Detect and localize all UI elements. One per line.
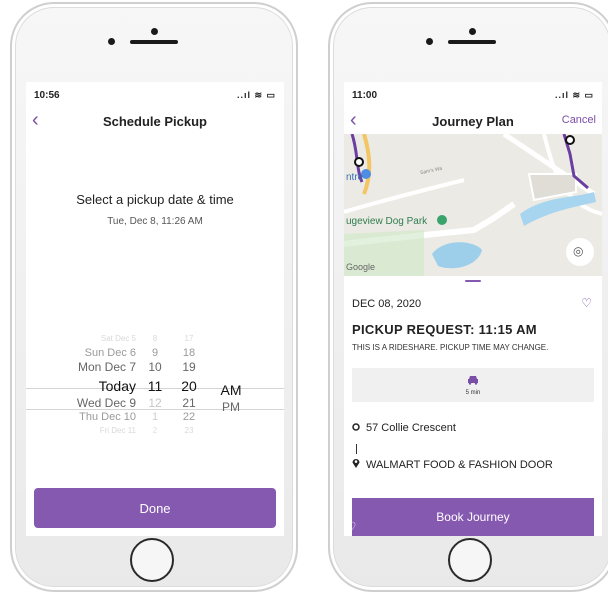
picker-hour-option[interactable]: 10	[144, 360, 166, 374]
done-button[interactable]: Done	[34, 488, 276, 528]
picker-hour-option[interactable]: 1	[144, 410, 166, 424]
speaker-grill	[448, 40, 496, 44]
back-chevron-icon[interactable]: ‹	[32, 110, 39, 130]
status-time: 11:00	[352, 89, 378, 101]
picker-minute-option[interactable]: 23	[178, 424, 200, 438]
journey-date: DEC 08, 2020	[352, 298, 422, 310]
picker-hour-option[interactable]: 9	[144, 346, 166, 360]
recenter-location-icon[interactable]: ◎	[573, 244, 583, 258]
phone-right: 11:00 ..ıl ≋ ▭ ‹ Journey Plan Cancel ntr…	[328, 2, 608, 592]
picker-date-option[interactable]: Wed Dec 9	[46, 396, 136, 410]
picker-date-option[interactable]: Sat Dec 5	[46, 332, 136, 346]
home-button[interactable]	[130, 538, 174, 582]
picker-ampm-option[interactable]: PM	[216, 400, 246, 414]
nav-bar: ‹ Schedule Pickup	[26, 108, 284, 134]
ride-segment: 5 min	[352, 368, 594, 402]
phone-left: 10:56 ..ıl ≋ ▭ ‹ Schedule Pickup Select …	[10, 2, 298, 592]
origin-address: 57 Collie Crescent	[366, 422, 456, 434]
heart-outline-icon[interactable]: ♡	[344, 519, 357, 536]
rideshare-note: THIS IS A RIDESHARE. PICKUP TIME MAY CHA…	[352, 343, 549, 352]
nav-bar: ‹ Journey Plan Cancel	[344, 108, 602, 134]
route-map[interactable]: ntre Sam's Wa ugeview Dog Park Google ◎	[344, 134, 602, 276]
picker-hour-option[interactable]: 12	[144, 396, 166, 410]
page-title: Journey Plan	[432, 113, 514, 129]
destination-address: WALMART FOOD & FASHION DOOR	[366, 458, 553, 471]
picker-minute-column[interactable]: 17 18 19 20 21 22 23	[178, 332, 200, 438]
front-camera	[108, 38, 115, 45]
map-graphic	[344, 134, 602, 276]
journey-plan-screen: 11:00 ..ıl ≋ ▭ ‹ Journey Plan Cancel ntr…	[344, 82, 602, 536]
front-camera	[426, 38, 433, 45]
picker-hour-option[interactable]: 2	[144, 424, 166, 438]
picker-date-option[interactable]: Thu Dec 10	[46, 410, 136, 424]
map-pin-icon	[352, 458, 366, 471]
picker-hour-selected[interactable]: 11	[144, 378, 166, 396]
status-time: 10:56	[34, 89, 60, 101]
picker-ampm-column[interactable]: AM PM	[216, 378, 246, 414]
picker-date-option[interactable]: Sun Dec 6	[46, 346, 136, 360]
speaker-grill	[130, 40, 178, 44]
origin-stop: 57 Collie Crescent	[352, 422, 456, 434]
origin-circle-icon	[352, 422, 366, 434]
picker-minute-option[interactable]: 17	[178, 332, 200, 346]
pickup-prompt: Select a pickup date & time	[76, 192, 234, 207]
status-bar: 11:00 ..ıl ≋ ▭	[344, 82, 602, 108]
page-title: Schedule Pickup	[102, 113, 208, 129]
picker-hour-column[interactable]: 8 9 10 11 12 1 2	[144, 332, 166, 438]
google-logo: Google	[346, 262, 376, 272]
picker-date-selected[interactable]: Today	[46, 378, 136, 396]
picker-minute-option[interactable]: 22	[178, 410, 200, 424]
status-indicators: ..ıl ≋ ▭	[236, 89, 276, 100]
pickup-request-time: PICKUP REQUEST: 11:15 AM	[352, 322, 537, 337]
picker-date-option[interactable]: Mon Dec 7	[46, 360, 136, 374]
camera-dot	[151, 28, 158, 35]
schedule-pickup-screen: 10:56 ..ıl ≋ ▭ ‹ Schedule Pickup Select …	[26, 82, 284, 536]
journey-details-sheet: DEC 08, 2020 ♡ PICKUP REQUEST: 11:15 AM …	[344, 276, 602, 536]
map-label-centre: ntre	[346, 172, 364, 183]
route-connector	[356, 444, 357, 454]
picker-minute-option[interactable]: 21	[178, 396, 200, 410]
date-time-picker[interactable]: Sat Dec 5 Sun Dec 6 Mon Dec 7 Today Wed …	[26, 332, 284, 444]
map-label-dog-park: ugeview Dog Park	[346, 216, 428, 227]
picker-date-column[interactable]: Sat Dec 5 Sun Dec 6 Mon Dec 7 Today Wed …	[46, 332, 136, 438]
status-indicators: ..ıl ≋ ▭	[554, 89, 594, 100]
picker-minute-option[interactable]: 19	[178, 360, 200, 374]
picker-ampm-selected[interactable]: AM	[216, 382, 246, 400]
sheet-drag-handle[interactable]	[465, 280, 481, 282]
cancel-button[interactable]: Cancel	[562, 114, 596, 126]
favorite-heart-icon[interactable]: ♡	[581, 296, 592, 310]
car-icon	[467, 375, 479, 388]
pickup-current-time: Tue, Dec 8, 11:26 AM	[107, 216, 203, 227]
picker-hour-option[interactable]: 8	[144, 332, 166, 346]
home-button[interactable]	[448, 538, 492, 582]
picker-date-option[interactable]: Fri Dec 11	[46, 424, 136, 438]
picker-minute-selected[interactable]: 20	[178, 378, 200, 396]
back-chevron-icon[interactable]: ‹	[350, 110, 357, 130]
ride-duration: 5 min	[465, 389, 481, 396]
camera-dot	[469, 28, 476, 35]
status-bar: 10:56 ..ıl ≋ ▭	[26, 82, 284, 108]
destination-stop: WALMART FOOD & FASHION DOOR	[352, 458, 553, 471]
picker-minute-option[interactable]: 18	[178, 346, 200, 360]
book-journey-button[interactable]: Book Journey	[352, 498, 594, 536]
